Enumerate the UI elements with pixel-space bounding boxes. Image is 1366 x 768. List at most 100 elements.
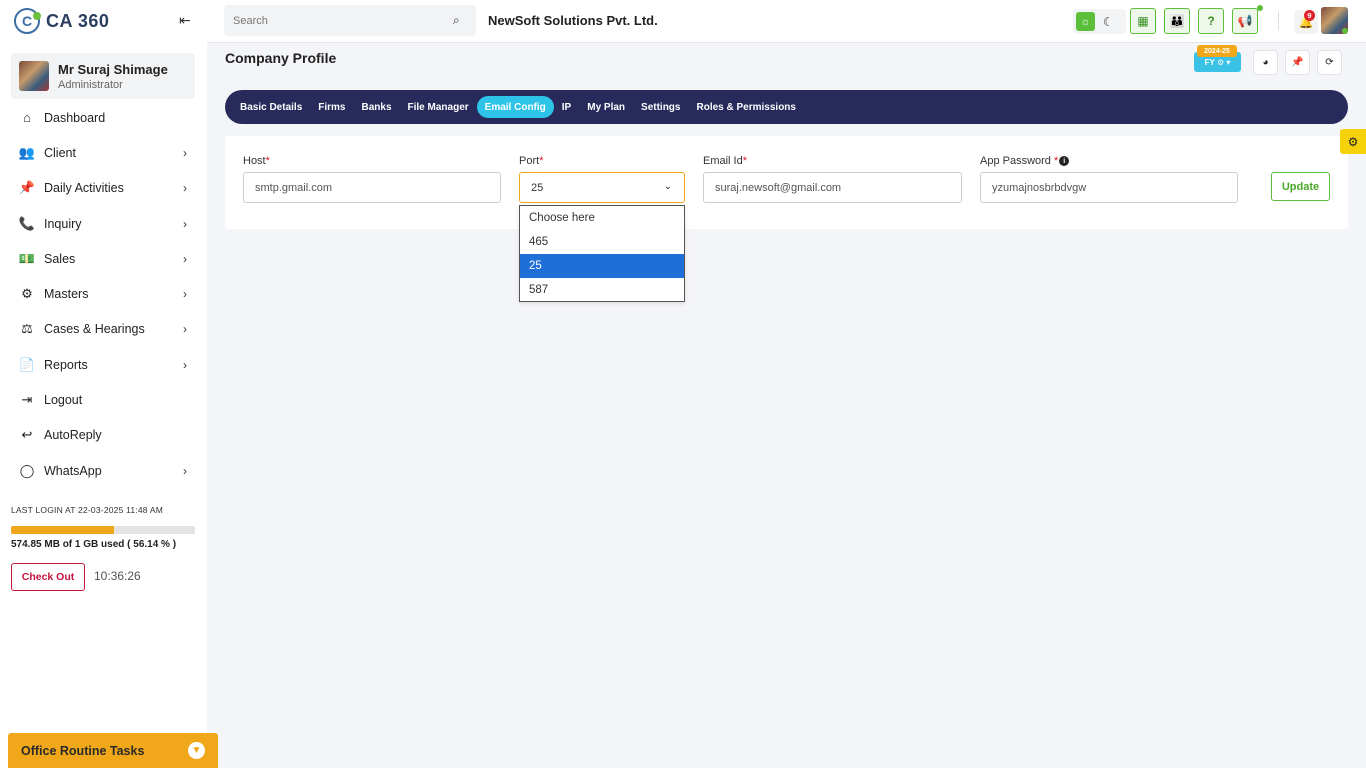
help-icon[interactable]: ? xyxy=(1198,8,1224,34)
pin-icon[interactable]: 📌 xyxy=(1285,50,1310,75)
whatsapp-icon: ◯ xyxy=(19,462,35,478)
refresh-icon[interactable]: ⟳ xyxy=(1317,50,1342,75)
sidebar-item-whatsapp[interactable]: ◯ WhatsApp › xyxy=(0,453,207,488)
sidebar-item-dashboard[interactable]: ⌂ Dashboard xyxy=(0,100,207,135)
app-logo[interactable]: C CA 360 xyxy=(14,8,109,34)
port-option[interactable]: 587 xyxy=(520,278,684,302)
storage-progress-fill xyxy=(11,526,115,534)
company-name: NewSoft Solutions Pvt. Ltd. xyxy=(488,13,658,28)
sidebar-item-label: Client xyxy=(44,145,76,160)
tab-email-config[interactable]: Email Config xyxy=(476,96,554,118)
app-password-input[interactable]: yzumajnosbrbdvgw xyxy=(980,172,1238,203)
tab-file-manager[interactable]: File Manager xyxy=(400,96,477,118)
sidebar-item-sales[interactable]: 💵 Sales › xyxy=(0,241,207,276)
sidebar-item-label: Cases & Hearings xyxy=(44,322,145,337)
sidebar-item-label: Daily Activities xyxy=(44,181,124,196)
sidebar-item-label: Masters xyxy=(44,287,89,302)
user-info: Mr Suraj Shimage Administrator xyxy=(58,62,168,91)
office-routine-tasks-panel[interactable]: Office Routine Tasks ▼ xyxy=(8,733,218,768)
chevron-right-icon: › xyxy=(183,181,187,196)
gears-icon: ⚙ xyxy=(21,286,33,302)
clock: 10:36:26 xyxy=(94,569,141,583)
sidebar-item-daily-activities[interactable]: 📌 Daily Activities › xyxy=(0,171,207,206)
sidebar-item-label: Sales xyxy=(44,251,76,266)
divider xyxy=(1278,12,1279,30)
storage-text: 574.85 MB of 1 GB used ( 56.14 % ) xyxy=(11,539,177,550)
search-input[interactable] xyxy=(224,5,476,36)
settings-gear-icon[interactable]: ⚙ xyxy=(1340,129,1366,154)
port-option[interactable]: Choose here xyxy=(520,206,684,230)
tab-settings[interactable]: Settings xyxy=(633,96,688,118)
collapse-left-icon[interactable]: ⇤ xyxy=(179,12,191,29)
sidebar-item-reports[interactable]: 📄 Reports › xyxy=(0,347,207,382)
tab-roles-permissions[interactable]: Roles & Permissions xyxy=(688,96,803,118)
user-card[interactable]: Mr Suraj Shimage Administrator xyxy=(11,53,195,99)
sidebar-item-label: AutoReply xyxy=(44,428,102,443)
host-label: Host* xyxy=(243,155,270,167)
sun-icon[interactable]: ☼ xyxy=(1076,12,1095,31)
port-label: Port* xyxy=(519,155,544,167)
check-out-button[interactable]: Check Out xyxy=(11,563,85,591)
team-icon[interactable]: 👪 xyxy=(1164,8,1190,34)
sidebar-item-autoreply[interactable]: ↩ AutoReply xyxy=(0,418,207,453)
port-option[interactable]: 465 xyxy=(520,230,684,254)
users-icon: 👥 xyxy=(18,144,36,160)
port-select[interactable]: 25 ⌄ xyxy=(519,172,685,203)
email-label: Email Id* xyxy=(703,155,748,167)
last-login: LAST LOGIN AT 22-03-2025 11:48 AM xyxy=(11,505,163,515)
chevron-right-icon: › xyxy=(183,216,187,231)
theme-toggle[interactable]: ☼ ☾ xyxy=(1073,9,1126,34)
tab-ip[interactable]: IP xyxy=(554,96,579,118)
chevron-right-icon: › xyxy=(183,322,187,337)
file-icon: 📄 xyxy=(18,356,36,372)
storage-progress-bar xyxy=(11,526,195,534)
logo-text: CA 360 xyxy=(46,10,110,31)
sidebar-item-label: Reports xyxy=(44,357,88,372)
tab-my-plan[interactable]: My Plan xyxy=(579,96,633,118)
avatar xyxy=(19,61,49,91)
chevron-right-icon: › xyxy=(183,463,187,478)
search-icon[interactable]: ⌕ xyxy=(453,13,460,28)
sidebar: C CA 360 ⇤ Mr Suraj Shimage Administrato… xyxy=(0,0,207,768)
port-option[interactable]: 25 xyxy=(520,254,684,278)
sidebar-nav: ⌂ Dashboard 👥 Client › 📌 Daily Activities › 📞 Inq… xyxy=(0,100,207,488)
sidebar-item-masters[interactable]: ⚙ Masters › xyxy=(0,276,207,311)
office-routine-tasks-label: Office Routine Tasks xyxy=(21,743,145,758)
app-password-label: App Password * i xyxy=(980,155,1070,167)
tab-basic-details[interactable]: Basic Details xyxy=(232,96,310,118)
chevron-right-icon: › xyxy=(183,287,187,302)
moon-icon[interactable]: ☾ xyxy=(1103,15,1114,29)
pin-icon: 📌 xyxy=(18,180,36,196)
online-status-dot xyxy=(1342,28,1348,34)
update-button[interactable]: Update xyxy=(1271,172,1330,201)
fy-year-badge: 2024-25 xyxy=(1197,45,1237,57)
tab-banks[interactable]: Banks xyxy=(354,96,400,118)
page-title: Company Profile xyxy=(225,50,337,66)
chevron-down-icon[interactable]: ▼ xyxy=(188,742,205,759)
announcement-dot xyxy=(1257,5,1263,11)
scale-icon: ⚖ xyxy=(21,321,33,337)
notification-badge: 9 xyxy=(1304,10,1315,21)
port-dropdown: Choose here 465 25 587 xyxy=(519,205,685,302)
sidebar-item-client[interactable]: 👥 Client › xyxy=(0,135,207,170)
host-input[interactable]: smtp.gmail.com xyxy=(243,172,501,203)
profile-tabs: Basic Details Firms Banks File Manager Email… xyxy=(225,90,1348,124)
email-input[interactable]: suraj.newsoft@gmail.com xyxy=(703,172,962,203)
chevron-down-icon: ⌄ xyxy=(663,181,672,192)
user-name: Mr Suraj Shimage xyxy=(58,61,168,77)
sidebar-item-inquiry[interactable]: 📞 Inquiry › xyxy=(0,206,207,241)
qr-code-icon[interactable]: ▦ xyxy=(1130,8,1156,34)
sidebar-item-label: Logout xyxy=(44,393,83,408)
reply-all-icon: ↩ xyxy=(21,427,33,443)
pie-chart-icon[interactable]: ◕ xyxy=(1253,50,1278,75)
user-role: Administrator xyxy=(58,78,123,91)
tab-firms[interactable]: Firms xyxy=(310,96,353,118)
chevron-right-icon: › xyxy=(183,251,187,266)
money-icon: 💵 xyxy=(18,250,36,266)
chevron-right-icon: › xyxy=(183,145,187,160)
info-icon[interactable]: i xyxy=(1059,156,1070,167)
megaphone-icon[interactable]: 📢 xyxy=(1232,8,1258,34)
phone-icon: 📞 xyxy=(18,215,36,231)
sidebar-item-cases-hearings[interactable]: ⚖ Cases & Hearings › xyxy=(0,312,207,347)
sidebar-item-logout[interactable]: ⇥ Logout xyxy=(0,382,207,417)
